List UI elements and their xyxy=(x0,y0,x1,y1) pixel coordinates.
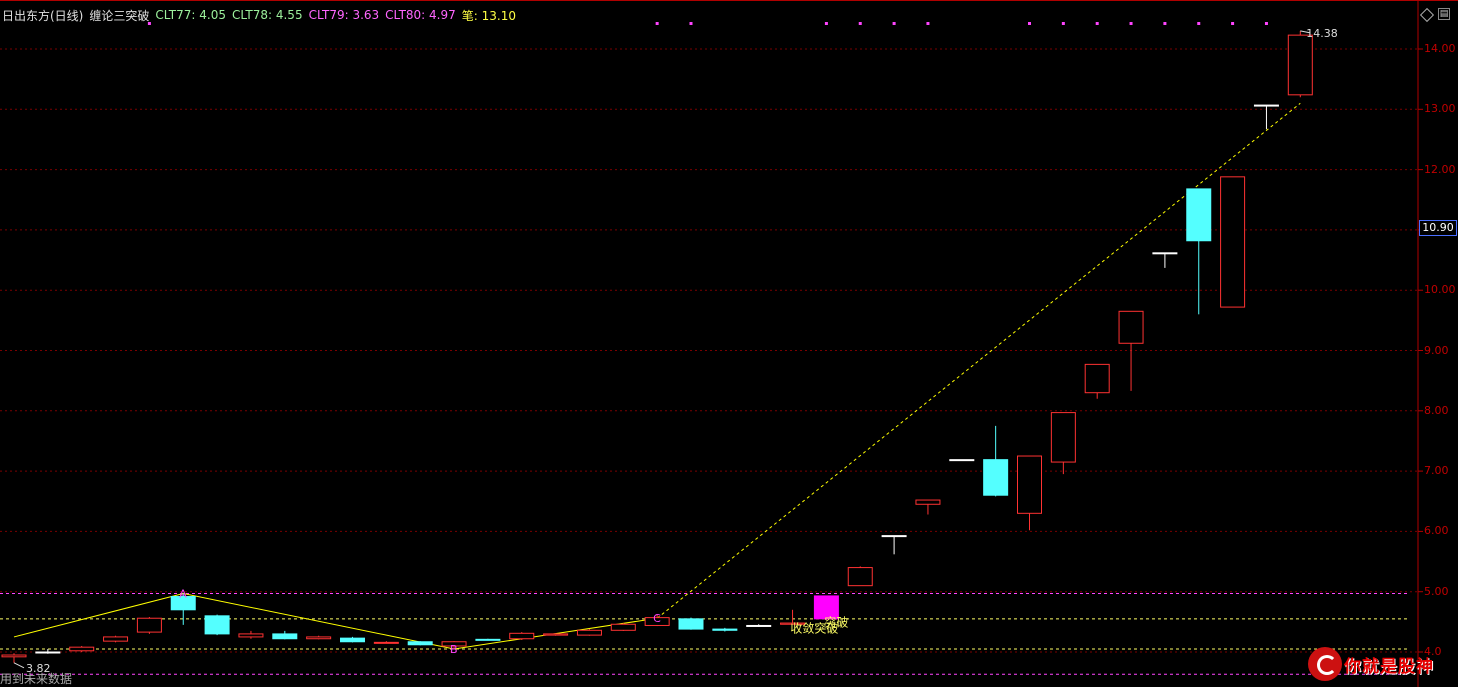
signal-dot xyxy=(1028,22,1031,25)
bi-marker-label: C xyxy=(653,612,661,625)
y-tick-label: 8.00 xyxy=(1424,403,1449,417)
y-tick-label: 13.00 xyxy=(1424,102,1456,116)
bi-value: 笔: 13.10 xyxy=(461,8,516,23)
chart-header: 日出东方(日线) 缠论三突破 CLT77: 4.05 CLT78: 4.55 C… xyxy=(2,7,516,23)
watermark-text: 你就是股神 xyxy=(1344,656,1434,677)
candle-body xyxy=(1118,310,1144,344)
candle-body xyxy=(1017,455,1042,514)
candle-body xyxy=(1287,34,1313,96)
candle-body xyxy=(847,567,873,587)
high-price-label: 14.38 xyxy=(1306,27,1338,40)
candle-body xyxy=(1220,176,1246,308)
signal-dot xyxy=(926,22,930,25)
candle-body xyxy=(610,623,636,631)
bi-marker-label: B xyxy=(450,643,458,656)
diamond-icon[interactable] xyxy=(1419,7,1435,23)
bi-marker-label: A xyxy=(179,588,187,601)
window-icon[interactable]: ▤ xyxy=(1438,8,1450,20)
candle-body xyxy=(1084,363,1110,394)
candle-body xyxy=(509,632,535,640)
candle-body xyxy=(35,651,61,654)
y-tick-label: 6.00 xyxy=(1424,524,1449,538)
top-right-icons: ▤ xyxy=(1419,7,1450,23)
candlestick-chart[interactable]: ABC收敛突破突破3.8214.38 xyxy=(0,0,1458,687)
watermark-logo-icon xyxy=(1308,647,1342,681)
y-tick-label: 12.00 xyxy=(1424,162,1456,176)
y-tick-label: 14.00 xyxy=(1424,42,1456,55)
bi-stroke-dashed-line xyxy=(656,102,1301,619)
candle-body xyxy=(576,629,602,636)
y-tick-label: 10.00 xyxy=(1424,283,1456,297)
clt78-value: CLT78: 4.55 xyxy=(231,8,303,22)
clt79-value: CLT79: 3.63 xyxy=(308,8,380,22)
clt80-value: CLT80: 4.97 xyxy=(385,8,456,22)
signal-dot xyxy=(1231,22,1235,25)
signal-dot xyxy=(655,22,659,25)
candle-body xyxy=(915,499,941,505)
signal-dot xyxy=(1264,22,1268,25)
watermark: 你就是股神 xyxy=(1308,642,1456,686)
signal-dot xyxy=(689,22,693,25)
future-data-note: 用到未来数据 xyxy=(0,672,73,686)
candle-body xyxy=(712,628,738,631)
clt77-value: CLT77: 4.05 xyxy=(155,8,226,22)
breakout-label: 突破 xyxy=(824,615,848,630)
y-tick-label: 7.00 xyxy=(1424,464,1449,478)
candle-body xyxy=(407,641,433,646)
signal-dot xyxy=(892,22,896,25)
signal-dot xyxy=(1095,22,1099,25)
y-tick-label: 9.00 xyxy=(1424,343,1449,357)
current-price-label: 10.90 xyxy=(1419,220,1457,236)
candle-body xyxy=(678,618,704,630)
signal-dot xyxy=(1197,22,1201,25)
stock-title[interactable]: 日出东方(日线) xyxy=(2,7,83,24)
indicator-name[interactable]: 缠论三突破 xyxy=(89,7,149,24)
candle-body xyxy=(136,617,162,633)
signal-dot xyxy=(1129,22,1133,25)
candle-body xyxy=(373,641,399,644)
candle-body xyxy=(1152,252,1178,255)
candle-body xyxy=(881,535,907,538)
signal-dot xyxy=(824,22,828,25)
candle-body xyxy=(746,624,772,627)
candle-body xyxy=(543,633,569,636)
candle-body xyxy=(1,654,27,658)
candle-body xyxy=(103,636,129,642)
candle-body xyxy=(949,459,975,462)
signal-dot xyxy=(1163,22,1167,25)
candle-body xyxy=(272,633,298,640)
candle-body xyxy=(983,459,1009,496)
y-tick-label: 5.00 xyxy=(1424,584,1449,598)
candle-body xyxy=(475,638,501,641)
candle-body xyxy=(238,633,264,638)
candle-body xyxy=(69,646,95,652)
candle-body xyxy=(306,636,332,640)
signal-dot xyxy=(858,22,862,25)
candle-body xyxy=(204,615,230,635)
low-pointer xyxy=(13,662,25,669)
candle-body xyxy=(1253,104,1279,107)
candle-body xyxy=(1186,188,1212,242)
candle-body xyxy=(1050,412,1076,463)
candle-body xyxy=(340,637,365,643)
signal-dot xyxy=(1061,22,1065,25)
